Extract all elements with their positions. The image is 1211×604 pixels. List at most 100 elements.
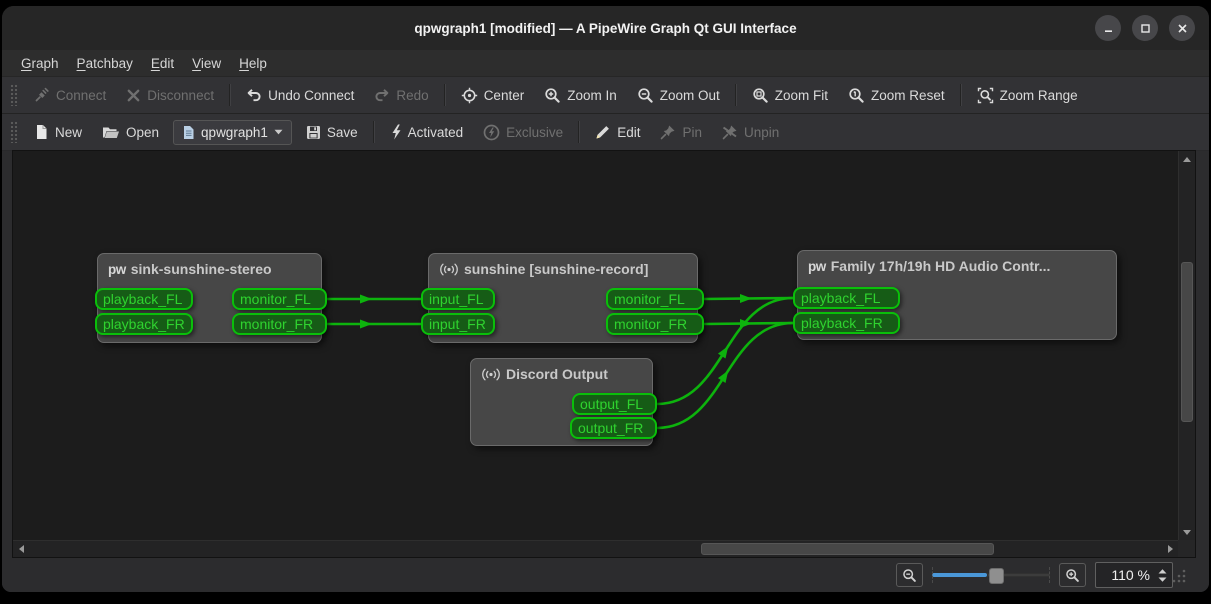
center-icon [461,87,478,104]
save-icon [306,125,321,140]
node-title: sunshine [sunshine-record] [464,261,648,277]
toolbar-drag-handle[interactable] [10,84,18,106]
spin-down-icon[interactable] [1158,577,1167,582]
status-bar: 110 % [2,558,1209,592]
zoom-out-button[interactable]: Zoom Out [627,82,730,109]
app-window: qpwgraph1 [modified] — A PipeWire Graph … [2,6,1209,592]
activated-button[interactable]: Activated [380,119,474,145]
toolbar-drag-handle[interactable] [10,121,18,143]
pin-button[interactable]: Pin [650,119,712,145]
slider-tick [932,567,933,583]
node-title-bar: Discord Output [471,359,652,382]
menu-patchbay[interactable]: Patchbay [68,53,142,74]
port-output[interactable]: output_FL [572,393,657,415]
scrollbar-corner [1178,540,1195,557]
new-button[interactable]: New [24,119,92,145]
zoom-slider-handle[interactable] [989,568,1004,584]
scroll-right-button[interactable] [1162,541,1178,557]
port-input[interactable]: playback_FR [793,312,900,334]
toolbar-separator [373,121,375,143]
connect-button[interactable]: Connect [24,82,116,108]
zoom-reset-button[interactable]: Zoom Reset [838,82,955,109]
port-input[interactable]: playback_FL [95,288,193,310]
zoom-in-button[interactable]: Zoom In [534,82,627,109]
zoom-fit-icon [752,87,769,104]
graph-toolbar: Connect Disconnect Undo Connect Redo [2,77,1209,114]
horizontal-scrollbar[interactable] [13,540,1178,557]
window-title: qpwgraph1 [modified] — A PipeWire Graph … [414,21,796,36]
menu-view[interactable]: View [183,53,230,74]
window-controls [1095,15,1195,41]
patchbay-toolbar: New Open qpwgraph1 Save [2,114,1209,151]
title-bar[interactable]: qpwgraph1 [modified] — A PipeWire Graph … [2,6,1209,50]
toolbar-separator [960,84,962,106]
edit-button[interactable]: Edit [585,119,650,145]
scroll-down-button[interactable] [1179,524,1195,540]
node-title: sink-sunshine-stereo [131,261,272,277]
connections-layer [13,151,1178,540]
graph-canvas-frame: pw sink-sunshine-stereo playback_FL play… [12,150,1196,558]
port-output[interactable]: monitor_FL [232,288,327,310]
node-title-bar: pw Family 17h/19h HD Audio Contr... [798,251,1116,274]
node-title: Discord Output [506,366,608,382]
exclusive-lightning-icon [483,124,500,141]
slider-tick [1049,567,1050,583]
undo-icon [246,87,262,103]
zoom-spinbox[interactable]: 110 % [1095,562,1173,588]
redo-icon [374,87,390,103]
toolbar-separator [444,84,446,106]
vertical-scroll-thumb[interactable] [1181,262,1193,422]
status-zoom-out-button[interactable] [896,563,923,587]
graph-canvas[interactable]: pw sink-sunshine-stereo playback_FL play… [13,151,1178,540]
audio-stream-icon [481,367,501,382]
pipewire-icon: pw [108,262,126,277]
pipewire-icon: pw [808,259,826,274]
redo-button[interactable]: Redo [364,82,438,108]
spin-up-icon[interactable] [1158,569,1167,574]
maximize-button[interactable] [1132,15,1158,41]
undo-connect-button[interactable]: Undo Connect [236,82,364,108]
port-output[interactable]: monitor_FR [232,313,327,335]
port-input[interactable]: input_FL [421,288,495,310]
menu-help[interactable]: Help [230,53,276,74]
menu-graph[interactable]: Graph [12,53,68,74]
connect-icon [34,87,50,103]
window-resize-grip[interactable] [1171,568,1187,589]
close-button[interactable] [1169,15,1195,41]
port-input[interactable]: playback_FR [95,313,193,335]
zoom-out-icon [637,87,654,104]
horizontal-scroll-thumb[interactable] [701,543,994,555]
zoom-range-icon [977,87,994,104]
zoom-in-icon [1065,568,1080,583]
port-input[interactable]: input_FR [421,313,495,335]
scroll-up-button[interactable] [1179,151,1195,167]
activated-lightning-icon [390,124,402,140]
status-zoom-in-button[interactable] [1059,563,1086,587]
audio-stream-icon [439,262,459,277]
scroll-left-button[interactable] [13,541,29,557]
port-output[interactable]: monitor_FR [606,313,704,335]
zoom-slider[interactable] [932,566,1050,584]
port-output[interactable]: monitor_FL [606,288,704,310]
zoom-fit-button[interactable]: Zoom Fit [742,82,838,109]
save-button[interactable]: Save [296,120,368,145]
disconnect-button[interactable]: Disconnect [116,83,224,108]
unpin-button[interactable]: Unpin [712,119,789,145]
open-folder-icon [102,125,120,140]
toolbar-separator [735,84,737,106]
exclusive-button[interactable]: Exclusive [473,119,573,146]
node-title-bar: pw sink-sunshine-stereo [98,254,321,277]
zoom-in-icon [544,87,561,104]
open-button[interactable]: Open [92,120,169,145]
zoom-out-icon [902,568,917,583]
vertical-scrollbar[interactable] [1178,151,1195,540]
center-button[interactable]: Center [451,82,535,109]
zoom-reset-icon [848,87,865,104]
port-input[interactable]: playback_FL [793,287,900,309]
zoom-range-button[interactable]: Zoom Range [967,82,1088,109]
menu-edit[interactable]: Edit [142,53,183,74]
toolbar-separator [229,84,231,106]
port-output[interactable]: output_FR [570,417,657,439]
session-selector[interactable]: qpwgraph1 [173,120,292,145]
minimize-button[interactable] [1095,15,1121,41]
